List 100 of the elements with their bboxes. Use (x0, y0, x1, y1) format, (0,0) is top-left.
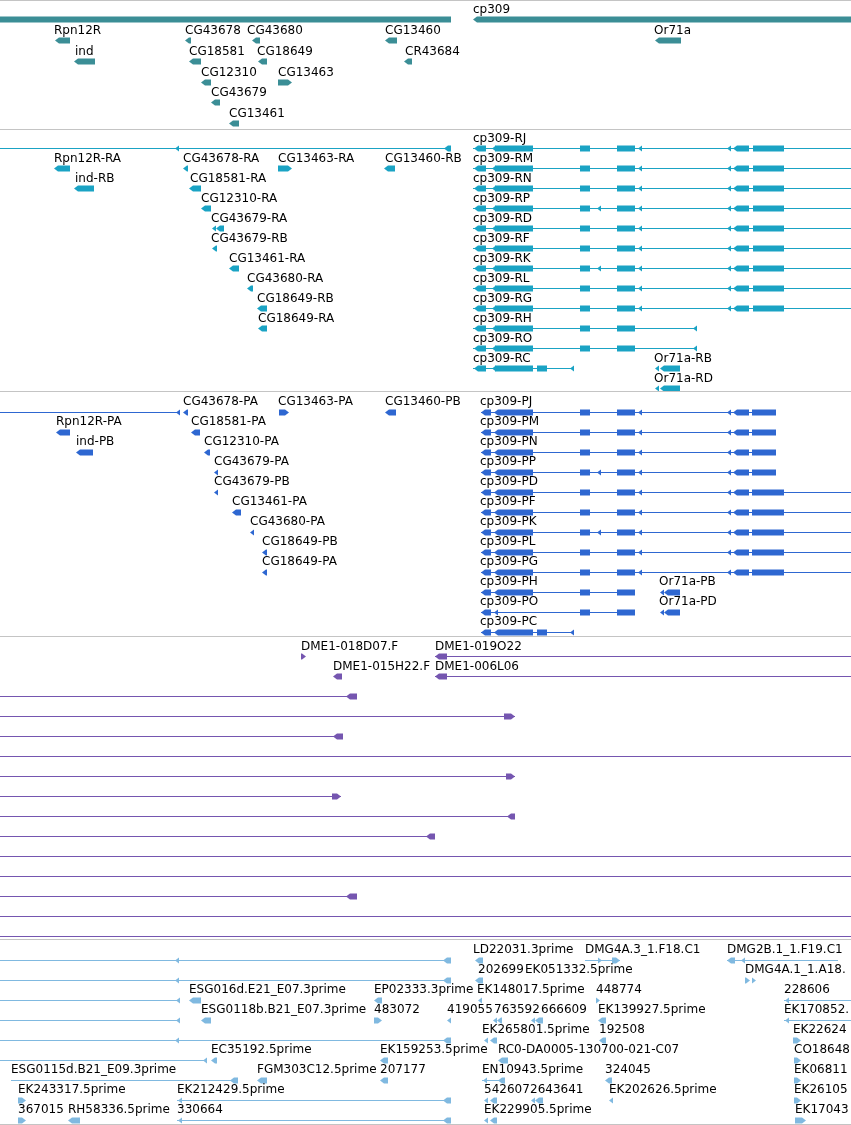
feature-label: 666609 (541, 1002, 587, 1016)
feature-label: cp309-RK (473, 251, 531, 265)
feature-label: CG13463-RA (278, 151, 355, 165)
feature-label: cp309-PL (480, 534, 536, 548)
feature-label: CG18649-PB (262, 534, 338, 548)
feature-label: EK06811 (794, 1062, 848, 1076)
feature-label: 542607 (484, 1082, 530, 1096)
feature-label: ind-RB (75, 171, 115, 185)
feature-label: DME1-019O22 (435, 639, 522, 653)
feature-label: 419055 (447, 1002, 493, 1016)
feature-label: 330664 (177, 1102, 223, 1116)
feature-label: cp309-RO (473, 331, 533, 345)
feature-label: CG18581-PA (191, 414, 266, 428)
feature-label: CG18649-RB (257, 291, 334, 305)
feature-label: EK170852. (784, 1002, 850, 1016)
feature-label: CG13461-PA (232, 494, 307, 508)
feature-label: EC35192.5prime (211, 1042, 312, 1056)
feature-label: CG43679-RB (211, 231, 288, 245)
feature-label: CG43679-PA (214, 454, 289, 468)
feature-label: cp309-RH (473, 311, 532, 325)
feature-label: cp309-RP (473, 191, 531, 205)
feature-label: EK17043 (795, 1102, 849, 1116)
feature-label: cp309-RC (473, 351, 531, 365)
feature-label: EK22624 (793, 1022, 847, 1036)
feature-label: CG12310-RA (201, 191, 278, 205)
feature-label: cp309-PC (480, 614, 538, 628)
feature-label: DMG4A.3_1.F18.C1 (585, 942, 701, 956)
feature-label: CG13460-PB (385, 394, 461, 408)
feature-label: cp309-PJ (480, 394, 533, 408)
feature-label: cp309-PM (480, 414, 540, 428)
feature-label: CG13463-PA (278, 394, 353, 408)
feature-label: EK265801.5prime (482, 1022, 590, 1036)
feature-label: Or71a-RB (654, 351, 712, 365)
feature-label: EK212429.5prime (177, 1082, 285, 1096)
feature-label: cp309-PN (480, 434, 538, 448)
feature-label: EP02333.3prime (374, 982, 474, 996)
feature-label: 324045 (605, 1062, 651, 1076)
feature-label: CG13463 (278, 65, 334, 79)
feature-label: CR43684 (405, 44, 460, 58)
feature-label: cp309-PH (480, 574, 538, 588)
feature-label: DME1-018D07.F (301, 639, 399, 653)
feature-label: CG43679-RA (211, 211, 288, 225)
feature-label: cp309-RN (473, 171, 532, 185)
feature-label: CG43678-PA (183, 394, 258, 408)
feature-label: EK243317.5prime (18, 1082, 126, 1096)
feature-label: 763592 (494, 1002, 540, 1016)
feature-label: cp309-RG (473, 291, 533, 305)
feature-label: CG12310 (201, 65, 257, 79)
feature-label: cp309-PO (480, 594, 539, 608)
feature-label: EK159253.5prime (380, 1042, 488, 1056)
feature-label: ind-PB (76, 434, 115, 448)
feature-label: 2643641 (530, 1082, 584, 1096)
feature-label: cp309-RM (473, 151, 534, 165)
feature-label: Rpn12R-RA (54, 151, 122, 165)
feature-label: RC0-DA0005-130700-021-C07 (498, 1042, 680, 1056)
feature-label: EK26105 (794, 1082, 848, 1096)
feature-label: CO18648 (794, 1042, 850, 1056)
feature-label: EK148017.5prime (477, 982, 585, 996)
feature-label: CG43680 (247, 23, 303, 37)
feature-label: cp309-PF (480, 494, 536, 508)
feature-label: CG13461 (229, 106, 285, 120)
feature-label: 483072 (374, 1002, 420, 1016)
feature-label: Rpn12R (54, 23, 102, 37)
feature-label: CG18581 (189, 44, 245, 58)
feature-label: CG13460 (385, 23, 441, 37)
feature-label: EK051332.5prime (525, 962, 633, 976)
feature-label: CG13460-RB (385, 151, 462, 165)
feature-label: LD22031.3prime (473, 942, 574, 956)
feature-label: CG43678 (185, 23, 241, 37)
feature-label: EK202626.5prime (609, 1082, 717, 1096)
feature-label: Or71a-RD (654, 371, 713, 385)
feature-label: 202699 (478, 962, 524, 976)
feature-label: DMG4A.1_1.A18. (745, 962, 846, 976)
feature-label: 192508 (599, 1022, 645, 1036)
feature-label: cp309-RF (473, 231, 530, 245)
feature-label: CG18581-RA (190, 171, 267, 185)
feature-label: CG13461-RA (229, 251, 306, 265)
feature-label: cp309-PP (480, 454, 536, 468)
feature-label: ESG016d.E21_E07.3prime (189, 982, 346, 996)
feature-label: cp309 (473, 2, 511, 16)
feature-label: DMG2B.1_1.F19.C1 (727, 942, 843, 956)
feature-label: ind (75, 44, 94, 58)
feature-label: CG18649-PA (262, 554, 337, 568)
feature-label: 367015 (18, 1102, 64, 1116)
feature-label: ESG0115d.B21_E09.3prime (11, 1062, 177, 1076)
feature-label: EK229905.5prime (484, 1102, 592, 1116)
feature-label: Or71a (654, 23, 691, 37)
feature-label: Or71a-PD (659, 594, 717, 608)
feature-label: cp309-RL (473, 271, 530, 285)
feature-label: ESG0118b.B21_E07.3prime (201, 1002, 367, 1016)
feature-label: Rpn12R-PA (56, 414, 122, 428)
feature-label: cp309-PD (480, 474, 538, 488)
feature-label: CG43680-PA (250, 514, 325, 528)
feature-label: DME1-006L06 (435, 659, 519, 673)
feature-label: CG43679 (211, 85, 267, 99)
feature-label: EK139927.5prime (598, 1002, 706, 1016)
feature-label: EN10943.5prime (482, 1062, 584, 1076)
feature-label: Or71a-PB (659, 574, 716, 588)
feature-label: RH58336.5prime (68, 1102, 170, 1116)
feature-label: DME1-015H22.F (333, 659, 431, 673)
